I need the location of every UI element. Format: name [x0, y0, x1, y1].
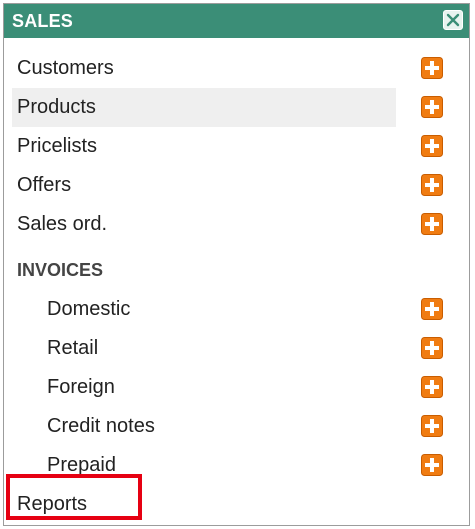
- menu-item-sales-orders[interactable]: Sales ord.: [12, 205, 396, 244]
- menu-item-customers[interactable]: Customers: [12, 49, 396, 88]
- menu-item-offers[interactable]: Offers: [12, 166, 396, 205]
- menu-item-label: Products: [17, 96, 96, 118]
- plus-icon: [421, 415, 443, 437]
- add-sales-order-button[interactable]: [421, 213, 443, 235]
- menu-item-label: Offers: [17, 174, 72, 196]
- plus-icon: [421, 135, 443, 157]
- menu-item-label: Sales ord.: [17, 213, 108, 235]
- menu-item-label: Foreign: [47, 376, 115, 398]
- add-customer-button[interactable]: [421, 57, 443, 79]
- panel-header: SALES: [4, 4, 469, 38]
- plus-icon: [421, 376, 443, 398]
- plus-icon: [421, 337, 443, 359]
- plus-icon: [421, 96, 443, 118]
- add-offer-button[interactable]: [421, 174, 443, 196]
- add-domestic-invoice-button[interactable]: [421, 298, 443, 320]
- panel-title: SALES: [12, 11, 74, 31]
- menu-item-reports[interactable]: Reports: [12, 485, 396, 524]
- plus-icon: [421, 174, 443, 196]
- plus-icon: [421, 57, 443, 79]
- section-title-invoices: INVOICES: [17, 260, 104, 280]
- menu-item-pricelists[interactable]: Pricelists: [12, 127, 396, 166]
- menu-item-label: Domestic: [47, 298, 131, 320]
- plus-icon: [421, 298, 443, 320]
- plus-icon: [421, 213, 443, 235]
- close-icon: [446, 13, 460, 27]
- menu-item-label: Pricelists: [17, 135, 98, 157]
- menu-item-credit-notes[interactable]: Credit notes: [12, 407, 396, 446]
- add-pricelist-button[interactable]: [421, 135, 443, 157]
- menu-item-retail[interactable]: Retail: [12, 329, 396, 368]
- add-product-button[interactable]: [421, 96, 443, 118]
- add-prepaid-invoice-button[interactable]: [421, 454, 443, 476]
- menu-item-label: Credit notes: [47, 415, 155, 437]
- add-foreign-invoice-button[interactable]: [421, 376, 443, 398]
- add-credit-note-button[interactable]: [421, 415, 443, 437]
- menu-item-label: Customers: [17, 57, 114, 79]
- menu-item-foreign[interactable]: Foreign: [12, 368, 396, 407]
- menu-item-label: Retail: [47, 337, 99, 359]
- add-retail-invoice-button[interactable]: [421, 337, 443, 359]
- close-button[interactable]: [443, 10, 463, 30]
- menu-item-label: Prepaid: [47, 454, 116, 476]
- menu-item-domestic[interactable]: Domestic: [12, 290, 396, 329]
- menu-item-products[interactable]: Products: [12, 88, 396, 127]
- sales-panel: SALES Customers Products Pricelists Offe…: [3, 3, 470, 526]
- plus-icon: [421, 454, 443, 476]
- menu-item-label: Reports: [17, 493, 88, 515]
- menu-item-prepaid[interactable]: Prepaid: [12, 446, 396, 485]
